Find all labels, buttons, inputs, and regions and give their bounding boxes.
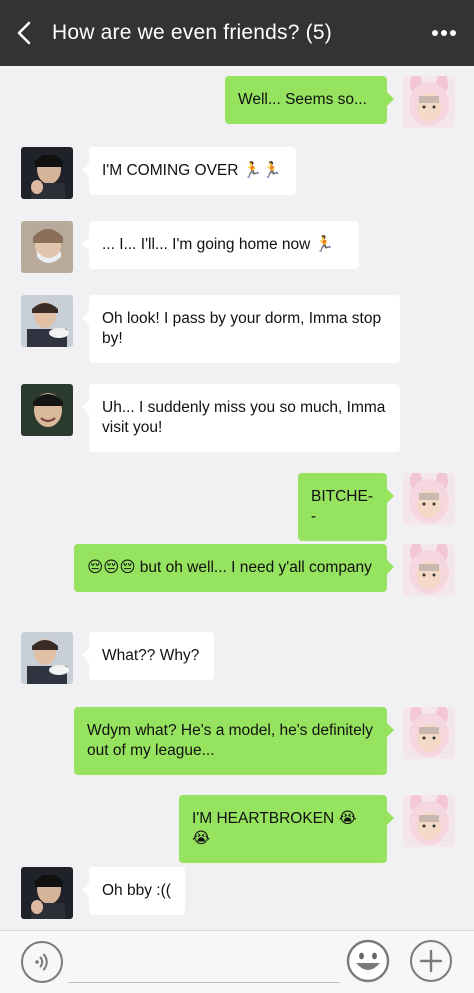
message-bubble[interactable]: Oh look! I pass by your dorm, Imma stop …	[82, 295, 400, 363]
chat-header: How are we even friends? (5)	[0, 0, 474, 66]
avatar-bunny-hood	[403, 795, 455, 847]
message-text: Well... Seems so...	[238, 91, 367, 108]
message-bubble[interactable]: 😔😔😔 but oh well... I need y'all company	[74, 544, 394, 592]
avatar[interactable]	[21, 384, 73, 436]
message-text: Uh... I suddenly miss you so much, Imma …	[102, 399, 386, 436]
avatar[interactable]	[21, 221, 73, 273]
avatar[interactable]	[21, 295, 73, 347]
message-text: ... I... I'll... I'm going home now 🏃	[102, 236, 334, 253]
message-bubble[interactable]: Wdym what? He's a model, he's definitely…	[74, 707, 394, 775]
message-list[interactable]: Well... Seems so... I'M COMING OVER 🏃🏃 .…	[0, 66, 474, 930]
emoji-icon	[346, 939, 390, 983]
plus-icon	[419, 949, 443, 973]
avatar-bunny-hood	[403, 544, 455, 596]
message-text: What?? Why?	[102, 647, 200, 664]
avatar-bunny-hood	[403, 707, 455, 759]
message-text: I'M COMING OVER 🏃🏃	[102, 162, 282, 179]
message-text: I'M HEARTBROKEN 😭😭	[192, 810, 357, 847]
plus-button[interactable]	[410, 940, 452, 982]
avatar-eating	[21, 632, 73, 684]
avatar[interactable]	[403, 473, 455, 525]
avatar-bunny-hood	[403, 76, 455, 128]
message-input[interactable]	[68, 943, 340, 983]
emoji-button[interactable]	[346, 939, 390, 983]
avatar-selfie	[21, 867, 73, 919]
avatar-eating	[21, 295, 73, 347]
avatar-smile	[21, 384, 73, 436]
message-bubble[interactable]: I'M HEARTBROKEN 😭😭	[179, 795, 394, 863]
avatar[interactable]	[403, 795, 455, 847]
voice-icon	[35, 953, 48, 971]
chat-screen: How are we even friends? (5) Well... See…	[0, 0, 474, 993]
avatar-mask	[21, 221, 73, 273]
message-bubble[interactable]: Uh... I suddenly miss you so much, Imma …	[82, 384, 400, 452]
message-text: 😔😔😔 but oh well... I need y'all company	[87, 559, 372, 576]
avatar[interactable]	[21, 867, 73, 919]
message-text: Oh look! I pass by your dorm, Imma stop …	[102, 310, 382, 347]
message-bubble[interactable]: What?? Why?	[82, 632, 214, 680]
message-bubble[interactable]: ... I... I'll... I'm going home now 🏃	[82, 221, 359, 269]
message-bubble[interactable]: Oh bby :((	[82, 867, 185, 915]
more-dots-icon	[432, 30, 456, 36]
chevron-left-icon	[17, 21, 31, 45]
message-bubble[interactable]: Well... Seems so...	[225, 76, 394, 124]
message-bubble[interactable]: I'M COMING OVER 🏃🏃	[82, 147, 296, 195]
message-bubble[interactable]: BITCHE--	[298, 473, 394, 541]
avatar-selfie	[21, 147, 73, 199]
message-text: Wdym what? He's a model, he's definitely…	[87, 722, 373, 759]
voice-button[interactable]	[21, 941, 63, 983]
avatar[interactable]	[21, 632, 73, 684]
more-button[interactable]	[414, 0, 474, 66]
chat-title: How are we even friends? (5)	[52, 21, 332, 44]
message-text: BITCHE--	[311, 488, 373, 525]
avatar[interactable]	[403, 707, 455, 759]
back-button[interactable]	[0, 0, 48, 66]
input-bar	[0, 930, 474, 993]
avatar[interactable]	[403, 544, 455, 596]
avatar-bunny-hood	[403, 473, 455, 525]
avatar[interactable]	[403, 76, 455, 128]
message-text: Oh bby :((	[102, 882, 171, 899]
avatar[interactable]	[21, 147, 73, 199]
